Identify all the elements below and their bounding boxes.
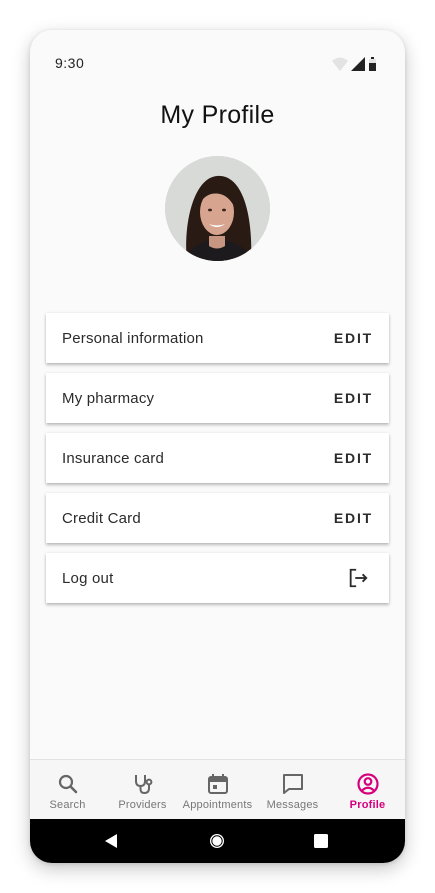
phone-screen: 9:30 My Profile Personal information EDI… — [30, 30, 405, 863]
nav-messages-label: Messages — [266, 799, 319, 811]
bottom-navigation: Search Providers Appointments Messages P… — [30, 759, 405, 820]
nav-search[interactable]: Search — [30, 760, 105, 820]
edit-credit-card-button[interactable]: EDIT — [334, 510, 373, 526]
system-home-button[interactable] — [202, 819, 232, 863]
status-bar: 9:30 — [30, 30, 405, 96]
edit-insurance-card-button[interactable]: EDIT — [334, 450, 373, 466]
credit-card-label: Credit Card — [62, 509, 141, 527]
back-icon — [105, 834, 117, 848]
status-time: 9:30 — [55, 55, 85, 71]
battery-icon — [369, 57, 376, 71]
search-icon — [58, 774, 77, 794]
stethoscope-icon — [134, 775, 152, 795]
nav-messages[interactable]: Messages — [255, 760, 330, 820]
logout-card[interactable]: Log out — [46, 553, 389, 603]
avatar[interactable] — [165, 156, 270, 261]
system-recents-button[interactable] — [306, 819, 336, 863]
nav-profile[interactable]: Profile — [330, 760, 405, 820]
status-icons — [332, 57, 376, 71]
signal-icon — [351, 57, 365, 71]
nav-profile-label: Profile — [349, 799, 386, 811]
home-icon — [210, 834, 224, 848]
profile-options-list: Personal information EDIT My pharmacy ED… — [46, 313, 389, 613]
my-pharmacy-card[interactable]: My pharmacy EDIT — [46, 373, 389, 423]
logout-label: Log out — [62, 569, 114, 587]
page-title: My Profile — [160, 101, 275, 129]
edit-my-pharmacy-button[interactable]: EDIT — [334, 390, 373, 406]
account-circle-icon — [356, 773, 379, 795]
recents-icon — [314, 834, 328, 848]
nav-search-label: Search — [49, 799, 86, 811]
nav-providers-label: Providers — [118, 799, 167, 811]
avatar-photo — [165, 156, 270, 261]
personal-information-card[interactable]: Personal information EDIT — [46, 313, 389, 363]
personal-information-label: Personal information — [62, 329, 204, 347]
insurance-card-card[interactable]: Insurance card EDIT — [46, 433, 389, 483]
credit-card-card[interactable]: Credit Card EDIT — [46, 493, 389, 543]
calendar-icon — [207, 774, 228, 794]
nav-appointments[interactable]: Appointments — [180, 760, 255, 820]
nav-appointments-label: Appointments — [182, 799, 253, 811]
system-navigation-bar — [30, 819, 405, 863]
insurance-card-label: Insurance card — [62, 449, 165, 467]
logout-icon[interactable] — [347, 567, 369, 589]
system-back-button[interactable] — [96, 819, 126, 863]
edit-personal-information-button[interactable]: EDIT — [334, 330, 373, 346]
wifi-icon — [332, 57, 348, 71]
nav-providers[interactable]: Providers — [105, 760, 180, 820]
message-icon — [282, 774, 303, 794]
my-pharmacy-label: My pharmacy — [62, 389, 155, 407]
